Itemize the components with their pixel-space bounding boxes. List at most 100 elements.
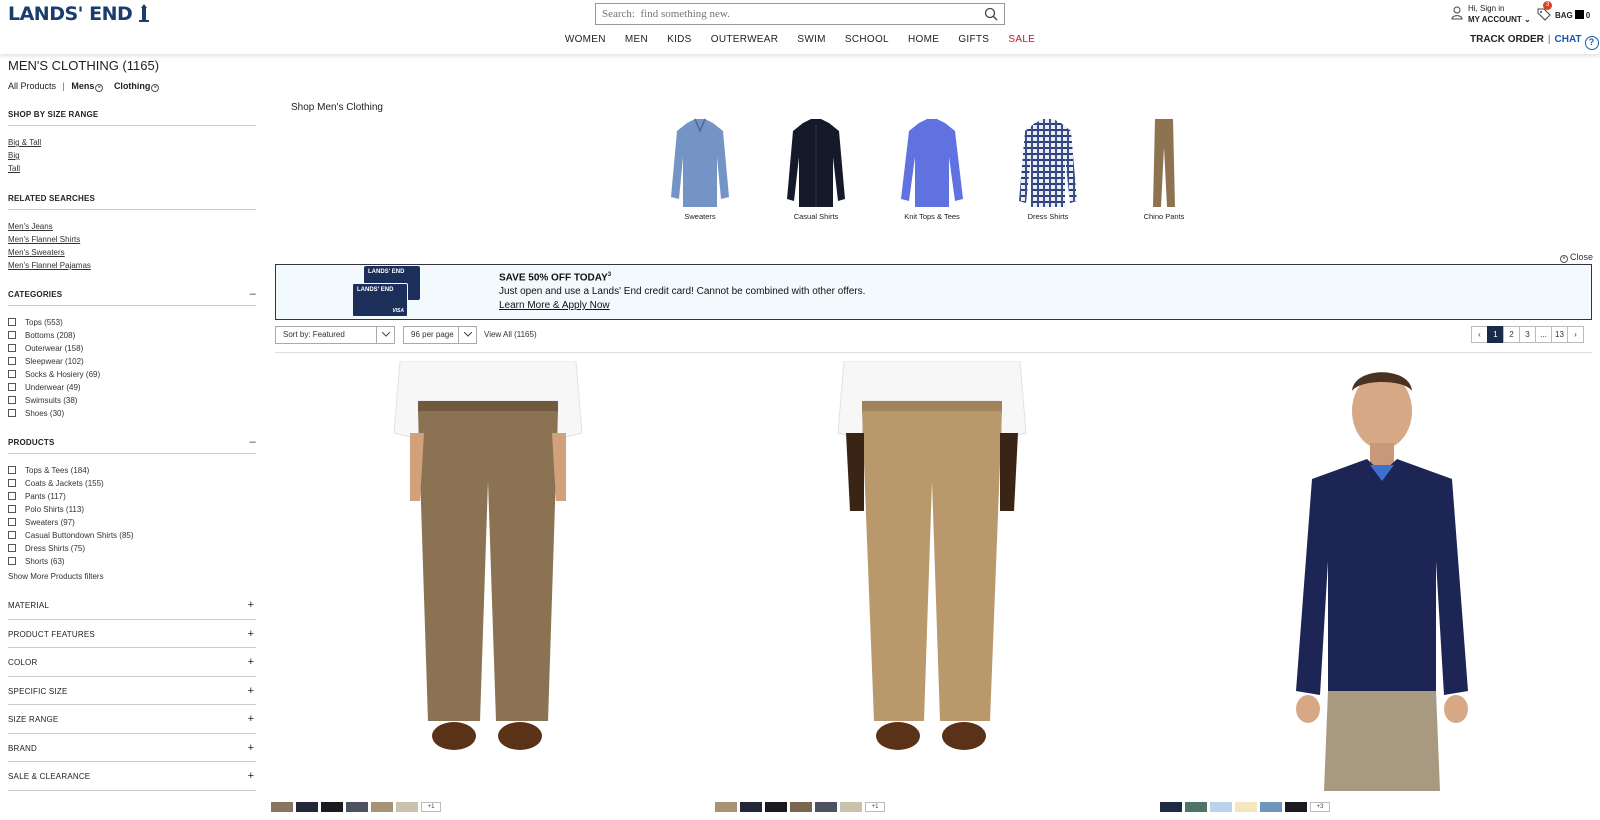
show-more-filters-link[interactable]: Show More Products filters xyxy=(8,570,256,583)
checkbox[interactable] xyxy=(8,318,16,326)
category-tile-knit-tops[interactable]: Knit Tops & Tees xyxy=(882,117,982,221)
checkbox[interactable] xyxy=(8,544,16,552)
checkbox[interactable] xyxy=(8,531,16,539)
collapse-icon[interactable]: – xyxy=(250,436,256,448)
filter-option[interactable]: Coats & Jackets (155) xyxy=(8,477,256,490)
product-card[interactable] xyxy=(832,360,1032,786)
page-button[interactable]: 3 xyxy=(1519,326,1536,343)
filter-option[interactable]: Socks & Hosiery (69) xyxy=(8,368,256,381)
checkbox[interactable] xyxy=(8,518,16,526)
accordion-color[interactable]: COLOR + xyxy=(8,648,256,677)
track-order-link[interactable]: TRACK ORDER xyxy=(1470,34,1544,45)
nav-home[interactable]: HOME xyxy=(908,34,939,45)
color-swatch[interactable] xyxy=(1160,802,1182,812)
more-colors[interactable]: +3 xyxy=(1310,802,1330,812)
chat-link[interactable]: CHAT xyxy=(1555,34,1582,45)
checkbox[interactable] xyxy=(8,357,16,365)
size-link-tall[interactable]: Tall xyxy=(8,162,256,175)
checkbox[interactable] xyxy=(8,370,16,378)
accordion-material[interactable]: MATERIAL + xyxy=(8,591,256,620)
checkbox[interactable] xyxy=(8,331,16,339)
color-swatch[interactable] xyxy=(740,802,762,812)
color-swatch[interactable] xyxy=(815,802,837,812)
color-swatch[interactable] xyxy=(1260,802,1282,812)
view-all-link[interactable]: View All (1165) xyxy=(484,330,537,339)
product-card[interactable] xyxy=(388,360,588,786)
related-link[interactable]: Men's Flannel Shirts xyxy=(8,233,256,246)
expand-icon[interactable]: + xyxy=(248,656,254,668)
expand-icon[interactable]: + xyxy=(248,685,254,697)
color-swatch[interactable] xyxy=(1235,802,1257,812)
color-swatch[interactable] xyxy=(396,802,418,812)
expand-icon[interactable]: + xyxy=(248,770,254,782)
nav-sale[interactable]: SALE xyxy=(1008,34,1035,45)
nav-school[interactable]: SCHOOL xyxy=(845,34,889,45)
page-button[interactable]: 2 xyxy=(1503,326,1520,343)
color-swatch[interactable] xyxy=(321,802,343,812)
category-tile-casual-shirts[interactable]: Casual Shirts xyxy=(766,117,866,221)
user-icon[interactable] xyxy=(1451,6,1463,20)
expand-icon[interactable]: + xyxy=(248,742,254,754)
color-swatch[interactable] xyxy=(1185,802,1207,812)
filter-option[interactable]: Sweaters (97) xyxy=(8,516,256,529)
checkbox[interactable] xyxy=(8,396,16,404)
per-page-select[interactable]: 96 per page xyxy=(403,326,477,344)
filter-option[interactable]: Tops & Tees (184) xyxy=(8,464,256,477)
filter-option[interactable]: Polo Shirts (113) xyxy=(8,503,256,516)
expand-icon[interactable]: + xyxy=(248,713,254,725)
checkbox[interactable] xyxy=(8,505,16,513)
expand-icon[interactable]: + xyxy=(248,599,254,611)
promo-close-button[interactable]: × Close xyxy=(1560,252,1593,263)
nav-outerwear[interactable]: OUTERWEAR xyxy=(711,34,779,45)
accordion-sale-clearance[interactable]: SALE & CLEARANCE + xyxy=(8,762,256,791)
color-swatch[interactable] xyxy=(765,802,787,812)
products-heading[interactable]: PRODUCTS – xyxy=(8,436,256,448)
filter-option[interactable]: Tops (553) xyxy=(8,316,256,329)
accordion-product-features[interactable]: PRODUCT FEATURES + xyxy=(8,620,256,648)
nav-women[interactable]: WOMEN xyxy=(565,34,606,45)
related-link[interactable]: Men's Jeans xyxy=(8,220,256,233)
color-swatch[interactable] xyxy=(1210,802,1232,812)
filter-option[interactable]: Underwear (49) xyxy=(8,381,256,394)
prev-page-icon[interactable]: ‹ xyxy=(1471,326,1488,343)
color-swatch[interactable] xyxy=(840,802,862,812)
color-swatch[interactable] xyxy=(371,802,393,812)
checkbox[interactable] xyxy=(8,557,16,565)
category-tile-chino-pants[interactable]: Chino Pants xyxy=(1114,117,1214,221)
nav-swim[interactable]: SWIM xyxy=(797,34,825,45)
filter-option[interactable]: Casual Buttondown Shirts (85) xyxy=(8,529,256,542)
filter-option[interactable]: Dress Shirts (75) xyxy=(8,542,256,555)
category-tile-sweaters[interactable]: Sweaters xyxy=(650,117,750,221)
crumb-all-products[interactable]: All Products xyxy=(8,81,56,91)
remove-clothing-icon[interactable]: × xyxy=(151,84,160,92)
size-link-big-tall[interactable]: Big & Tall xyxy=(8,136,256,149)
page-button[interactable]: 1 xyxy=(1487,326,1504,343)
expand-icon[interactable]: + xyxy=(248,628,254,640)
filter-option[interactable]: Swimsuits (38) xyxy=(8,394,256,407)
checkbox[interactable] xyxy=(8,466,16,474)
more-colors[interactable]: +1 xyxy=(865,802,885,812)
nav-kids[interactable]: KIDS xyxy=(667,34,692,45)
filter-option[interactable]: Outerwear (158) xyxy=(8,342,256,355)
remove-mens-icon[interactable]: × xyxy=(95,84,104,92)
filter-option[interactable]: Pants (117) xyxy=(8,490,256,503)
search-icon[interactable] xyxy=(984,7,998,21)
filter-option[interactable]: Shorts (63) xyxy=(8,555,256,568)
logo[interactable]: LANDS' END xyxy=(8,3,150,25)
filter-option[interactable]: Sleepwear (102) xyxy=(8,355,256,368)
page-button[interactable]: 13 xyxy=(1551,326,1568,343)
accordion-brand[interactable]: BRAND + xyxy=(8,734,256,762)
product-card[interactable] xyxy=(1272,361,1492,806)
nav-gifts[interactable]: GIFTS xyxy=(958,34,989,45)
checkbox[interactable] xyxy=(8,409,16,417)
nav-men[interactable]: MEN xyxy=(625,34,648,45)
more-colors[interactable]: +1 xyxy=(421,802,441,812)
related-link[interactable]: Men's Sweaters xyxy=(8,246,256,259)
color-swatch[interactable] xyxy=(715,802,737,812)
checkbox[interactable] xyxy=(8,344,16,352)
promo-apply-link[interactable]: Learn More & Apply Now xyxy=(499,300,610,311)
color-swatch[interactable] xyxy=(271,802,293,812)
checkbox[interactable] xyxy=(8,479,16,487)
color-swatch[interactable] xyxy=(346,802,368,812)
checkbox[interactable] xyxy=(8,492,16,500)
